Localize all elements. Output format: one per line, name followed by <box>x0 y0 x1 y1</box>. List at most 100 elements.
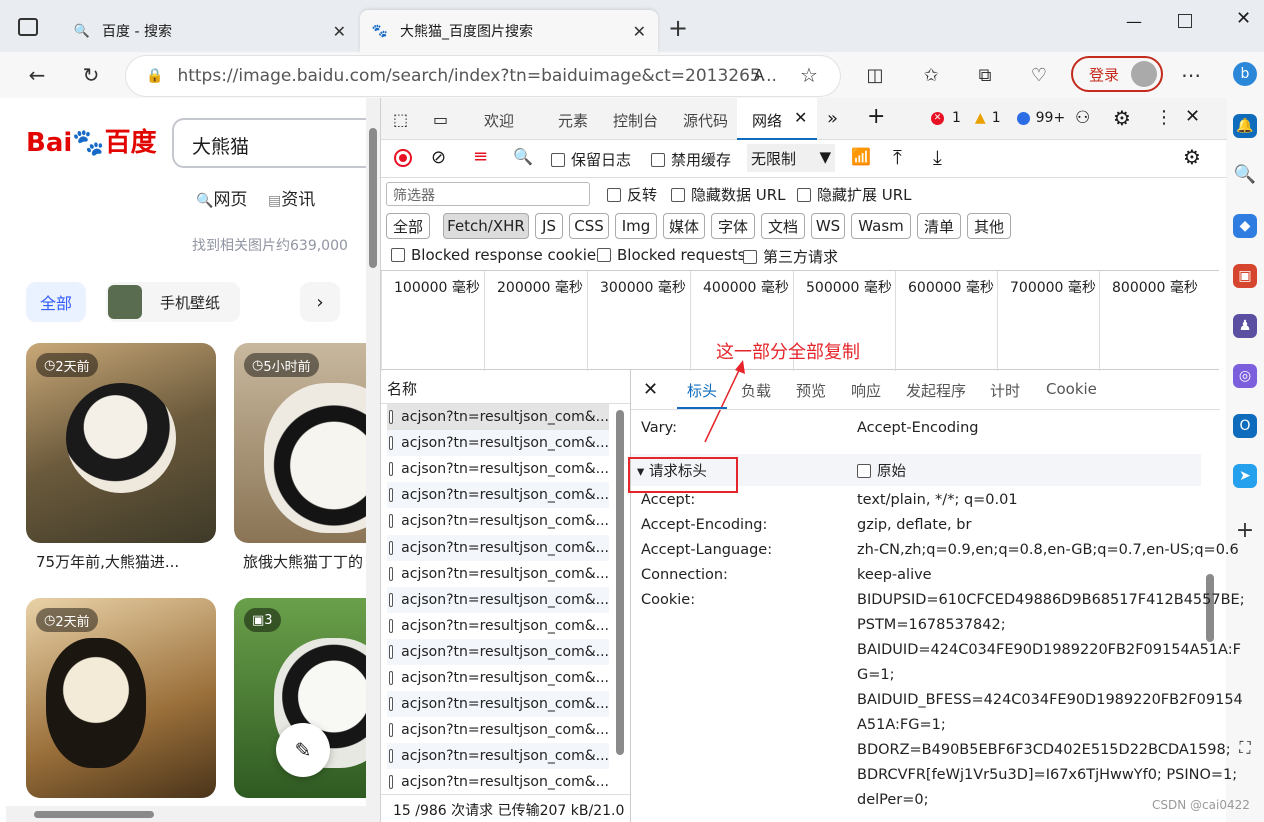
read-aloud-icon[interactable]: A <box>742 58 776 92</box>
more-menu-icon[interactable]: ⋯ <box>1174 58 1208 92</box>
checkbox[interactable] <box>671 187 685 202</box>
preserve-log-checkbox[interactable]: 保留日志 <box>551 149 631 170</box>
tab-payload[interactable]: 负载 <box>741 380 771 401</box>
add-icon[interactable]: + <box>1233 518 1257 543</box>
wifi-settings-icon[interactable]: 📶 <box>851 147 871 166</box>
search-input[interactable]: 大熊猫 <box>172 118 380 168</box>
chevron-right-icon[interactable]: › <box>300 282 340 322</box>
checkbox[interactable] <box>597 248 611 262</box>
tab-initiator[interactable]: 发起程序 <box>906 380 966 401</box>
invert-checkbox[interactable]: 反转 <box>607 184 657 205</box>
send-icon[interactable]: ➤ <box>1233 464 1257 488</box>
close-icon[interactable]: ✕ <box>333 22 346 41</box>
search-icon[interactable]: 🔍 <box>513 147 533 166</box>
tab-baidu-search[interactable]: 🔍 百度 - 搜索 ✕ <box>62 10 358 52</box>
record-icon[interactable] <box>394 149 412 167</box>
tab-timing[interactable]: 计时 <box>990 380 1020 401</box>
toolbox-icon[interactable]: ▣ <box>1233 264 1257 288</box>
blocked-cookies-checkbox[interactable]: Blocked response cookies <box>391 246 604 264</box>
back-button[interactable]: ← <box>20 58 54 92</box>
inspect-icon[interactable]: ⬚ <box>393 110 408 129</box>
tab-welcome[interactable]: 欢迎 <box>484 110 514 131</box>
favorites-icon[interactable]: ✩ <box>914 58 948 92</box>
raw-checkbox[interactable]: 原始 <box>857 460 906 481</box>
connection-icon[interactable]: ⚇ <box>1075 108 1090 128</box>
request-row[interactable]: acjson?tn=resultjson_com&... <box>387 508 609 534</box>
request-row[interactable]: acjson?tn=resultjson_com&... <box>387 638 609 665</box>
login-button[interactable]: 登录 <box>1071 56 1163 92</box>
tab-sources[interactable]: 源代码 <box>683 110 728 131</box>
request-row[interactable]: acjson?tn=resultjson_com&... <box>387 691 609 718</box>
card-title[interactable]: 75万年前,大熊猫进... <box>36 551 179 572</box>
request-row[interactable]: acjson?tn=resultjson_com&... <box>387 586 609 613</box>
checkbox[interactable] <box>743 249 757 264</box>
close-devtools-icon[interactable]: ✕ <box>1185 106 1200 127</box>
export-har-icon[interactable]: ⤓ <box>933 145 942 169</box>
type-filter-doc[interactable]: 文档 <box>761 213 805 239</box>
card-title[interactable]: 旅俄大熊猫丁丁的 <box>243 551 363 572</box>
tag-icon[interactable]: ◆ <box>1233 214 1257 238</box>
more-options-icon[interactable]: ⋮ <box>1155 107 1173 128</box>
device-emulation-icon[interactable]: ▭ <box>433 110 448 129</box>
type-filter-font[interactable]: 字体 <box>711 213 755 239</box>
type-filter-css[interactable]: CSS <box>569 213 609 239</box>
gear-icon[interactable]: ⚙ <box>1113 106 1131 130</box>
checkbox[interactable] <box>391 248 405 262</box>
detail-scrollbar[interactable] <box>1203 414 1217 822</box>
type-filter-img[interactable]: Img <box>615 213 657 239</box>
request-row[interactable]: acjson?tn=resultjson_com&... <box>387 561 609 587</box>
request-row[interactable]: acjson?tn=resultjson_com&... <box>387 404 609 430</box>
checkbox[interactable] <box>651 152 665 167</box>
request-row[interactable]: acjson?tn=resultjson_com&... <box>387 482 609 509</box>
type-filter-all[interactable]: 全部 <box>386 213 430 239</box>
tab-network[interactable]: 网络 ✕ <box>737 98 817 140</box>
checkbox[interactable] <box>857 463 871 478</box>
type-filter-manifest[interactable]: 清单 <box>917 213 961 239</box>
more-tabs-icon[interactable]: » <box>827 108 838 129</box>
request-row[interactable]: acjson?tn=resultjson_com&... <box>387 769 609 795</box>
page-horizontal-scrollbar[interactable] <box>6 806 366 822</box>
search-icon[interactable]: 🔍 <box>1233 162 1257 186</box>
tab-headers[interactable]: 标头 <box>687 380 717 401</box>
hide-data-url-checkbox[interactable]: 隐藏数据 URL <box>671 184 786 205</box>
bell-icon[interactable]: 🔔 <box>1233 114 1257 138</box>
request-list-scrollbar[interactable] <box>613 404 627 784</box>
url-field[interactable]: 🔒 https://image.baidu.com/search/index?t… <box>126 56 840 96</box>
request-row[interactable]: acjson?tn=resultjson_com&... <box>387 430 609 457</box>
checkbox[interactable] <box>797 187 811 202</box>
tab-elements[interactable]: 元素 <box>558 110 588 131</box>
filter-input[interactable]: 筛选器 <box>386 182 590 206</box>
blocked-requests-checkbox[interactable]: Blocked requests <box>597 246 745 264</box>
tab-cookie[interactable]: Cookie <box>1046 380 1097 398</box>
tab-response[interactable]: 响应 <box>851 380 881 401</box>
tab-panda-images[interactable]: 🐾 大熊猫_百度图片搜索 ✕ <box>360 10 658 52</box>
throttle-select[interactable]: 无限制 ▼ <box>747 144 835 172</box>
disable-cache-checkbox[interactable]: 禁用缓存 <box>651 149 731 170</box>
request-row[interactable]: acjson?tn=resultjson_com&... <box>387 743 609 770</box>
add-tab-icon[interactable]: + <box>867 104 885 129</box>
outlook-icon[interactable]: O <box>1233 414 1257 438</box>
tab-preview[interactable]: 预览 <box>796 380 826 401</box>
request-list-header[interactable]: 名称 <box>381 370 630 404</box>
new-tab-button[interactable]: + <box>668 14 688 42</box>
request-row[interactable]: acjson?tn=resultjson_com&... <box>387 665 609 691</box>
image-card[interactable]: ◷ 2天前 <box>26 343 216 543</box>
gear-icon[interactable]: ⚙ <box>1183 145 1201 169</box>
screenshot-icon[interactable]: ⛶ <box>1233 736 1257 760</box>
request-row[interactable]: acjson?tn=resultjson_com&... <box>387 534 609 561</box>
health-icon[interactable]: ♡ <box>1022 58 1056 92</box>
scrollbar-thumb[interactable] <box>616 410 624 755</box>
request-row[interactable]: acjson?tn=resultjson_com&... <box>387 456 609 482</box>
scrollbar-thumb[interactable] <box>1206 574 1214 642</box>
close-icon[interactable]: ✕ <box>794 108 807 127</box>
close-icon[interactable]: ✕ <box>643 379 658 400</box>
image-card[interactable]: ◷ 5小时前 <box>234 343 380 543</box>
checkbox[interactable] <box>607 187 621 202</box>
favorite-star-icon[interactable]: ☆ <box>792 58 826 92</box>
type-filter-xhr[interactable]: Fetch/XHR <box>443 213 529 239</box>
refresh-button[interactable]: ↻ <box>74 58 108 92</box>
import-har-icon[interactable]: ⤒ <box>893 145 902 169</box>
tab-web[interactable]: 🔍网页 <box>196 185 247 210</box>
request-row[interactable]: acjson?tn=resultjson_com&... <box>387 613 609 639</box>
copilot-app-icon[interactable]: ◎ <box>1233 364 1257 388</box>
